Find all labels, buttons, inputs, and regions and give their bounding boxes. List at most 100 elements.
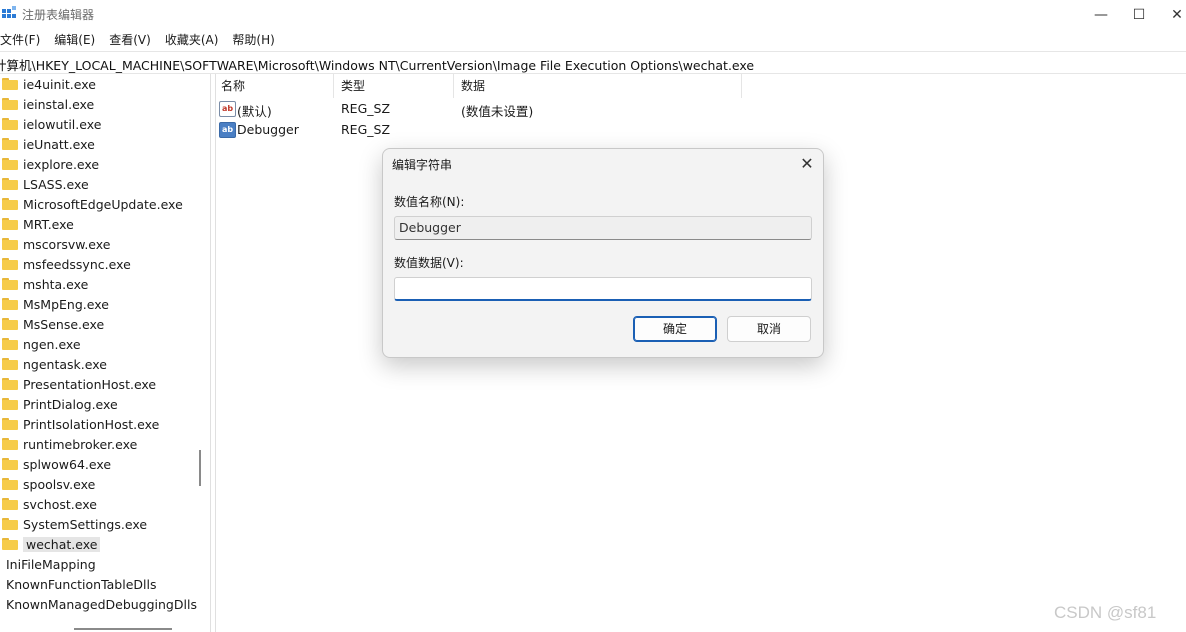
value-type: REG_SZ (341, 122, 391, 137)
tree-item[interactable]: ngentask.exe (0, 354, 107, 374)
tree-item[interactable]: KnownManagedDebuggingDlls (6, 594, 197, 614)
folder-icon (2, 98, 18, 110)
dialog-close-button[interactable]: ✕ (795, 152, 819, 176)
value-name: Debugger (237, 122, 299, 137)
tree-item-selected[interactable]: wechat.exe (0, 534, 101, 554)
folder-icon (2, 538, 18, 550)
edit-string-dialog: 编辑字符串 ✕ 数值名称(N): Debugger 数值数据(V): 确定 取消 (382, 148, 824, 358)
watermark: CSDN @sf81 (1054, 603, 1157, 622)
tree-vertical-scrollbar[interactable] (199, 450, 201, 486)
value-data-input[interactable] (394, 277, 812, 301)
tree-item-label: MsMpEng.exe (23, 296, 109, 312)
tree-item[interactable]: mshta.exe (0, 274, 88, 294)
tree-item[interactable]: MsSense.exe (0, 314, 104, 334)
tree-item-label: PrintIsolationHost.exe (23, 416, 160, 432)
column-header-name[interactable]: 名称 (215, 74, 334, 98)
address-bar[interactable]: 计算机\HKEY_LOCAL_MACHINE\SOFTWARE\Microsof… (0, 51, 1186, 74)
menu-favorites[interactable]: 收藏夹(A) (165, 30, 226, 50)
tree-item[interactable]: MicrosoftEdgeUpdate.exe (0, 194, 183, 214)
menu-edit[interactable]: 编辑(E) (54, 30, 102, 50)
tree-item-label: spoolsv.exe (23, 476, 96, 492)
title-bar: 注册表编辑器 — ☐ ✕ (0, 0, 1186, 30)
tree-item-label: MicrosoftEdgeUpdate.exe (23, 196, 183, 212)
cancel-button[interactable]: 取消 (727, 316, 811, 342)
tree-item-label: mscorsvw.exe (23, 236, 111, 252)
folder-icon (2, 118, 18, 130)
folder-icon (2, 418, 18, 430)
tree-item[interactable]: MRT.exe (0, 214, 74, 234)
tree-item[interactable]: mscorsvw.exe (0, 234, 110, 254)
tree-item-label: msfeedssync.exe (23, 256, 131, 272)
value-row[interactable]: ab Debugger REG_SZ (215, 119, 815, 141)
tree-item-label: iexplore.exe (23, 156, 100, 172)
tree-item[interactable]: SystemSettings.exe (0, 514, 147, 534)
folder-icon (2, 238, 18, 250)
registry-editor-icon (2, 6, 16, 18)
folder-icon (2, 218, 18, 230)
folder-icon (2, 398, 18, 410)
tree-item[interactable]: runtimebroker.exe (0, 434, 137, 454)
tree-item-label: MsSense.exe (23, 316, 105, 332)
tree-item-label: ieUnatt.exe (23, 136, 95, 152)
folder-icon (2, 198, 18, 210)
tree-item-label: ielowutil.exe (23, 116, 102, 132)
folder-icon (2, 138, 18, 150)
close-window-button[interactable]: ✕ (1154, 0, 1186, 30)
menu-file[interactable]: 文件(F) (0, 30, 47, 50)
window-title: 注册表编辑器 (22, 8, 95, 22)
tree-item[interactable]: svchost.exe (0, 494, 97, 514)
key-tree[interactable]: ie4uinit.exe ieinstal.exe ielowutil.exe … (0, 74, 200, 632)
tree-item-label: MRT.exe (23, 216, 74, 232)
column-header-data[interactable]: 数据 (455, 74, 742, 98)
folder-icon (2, 498, 18, 510)
string-value-icon: ab (219, 122, 236, 138)
folder-icon (2, 278, 18, 290)
tree-item[interactable]: PresentationHost.exe (0, 374, 156, 394)
tree-item[interactable]: PrintDialog.exe (0, 394, 118, 414)
string-value-icon: ab (219, 101, 236, 117)
tree-item[interactable]: IniFileMapping (6, 554, 96, 574)
tree-item-label: ieinstal.exe (23, 96, 95, 112)
tree-item-label: splwow64.exe (23, 456, 112, 472)
dialog-title: 编辑字符串 (392, 158, 453, 172)
value-name: (默认) (237, 104, 272, 119)
tree-item-label: ngen.exe (23, 336, 81, 352)
tree-item[interactable]: ngen.exe (0, 334, 81, 354)
tree-item[interactable]: KnownFunctionTableDlls (6, 574, 157, 594)
menu-help[interactable]: 帮助(H) (232, 30, 281, 50)
menu-view[interactable]: 查看(V) (109, 30, 158, 50)
tree-item-label: svchost.exe (23, 496, 97, 512)
tree-item[interactable]: PrintIsolationHost.exe (0, 414, 159, 434)
tree-item[interactable]: spoolsv.exe (0, 474, 95, 494)
folder-icon (2, 458, 18, 470)
value-name-label: 数值名称(N): (394, 195, 465, 209)
folder-icon (2, 438, 18, 450)
tree-item[interactable]: ieinstal.exe (0, 94, 94, 114)
ok-button[interactable]: 确定 (633, 316, 717, 342)
value-name-field[interactable]: Debugger (394, 216, 812, 240)
value-row[interactable]: ab (默认) REG_SZ (数值未设置) (215, 98, 815, 120)
tree-item-label: LSASS.exe (23, 176, 89, 192)
column-header-type[interactable]: 类型 (335, 74, 454, 98)
tree-item-label: SystemSettings.exe (23, 516, 148, 532)
tree-item[interactable]: ieUnatt.exe (0, 134, 95, 154)
folder-icon (2, 178, 18, 190)
tree-item[interactable]: ielowutil.exe (0, 114, 101, 134)
value-data-label: 数值数据(V): (394, 256, 464, 270)
folder-icon (2, 298, 18, 310)
folder-icon (2, 378, 18, 390)
tree-horizontal-scrollbar[interactable] (74, 628, 172, 630)
tree-item-label: wechat.exe (23, 536, 101, 552)
tree-item[interactable]: msfeedssync.exe (0, 254, 131, 274)
tree-item[interactable]: MsMpEng.exe (0, 294, 109, 314)
folder-icon (2, 358, 18, 370)
folder-icon (2, 318, 18, 330)
address-path[interactable]: 计算机\HKEY_LOCAL_MACHINE\SOFTWARE\Microsof… (0, 55, 754, 74)
value-data: (数值未设置) (461, 104, 534, 119)
tree-item[interactable]: iexplore.exe (0, 154, 99, 174)
tree-item-label: mshta.exe (23, 276, 89, 292)
folder-icon (2, 158, 18, 170)
tree-item[interactable]: LSASS.exe (0, 174, 89, 194)
tree-item[interactable]: splwow64.exe (0, 454, 111, 474)
tree-item[interactable]: ie4uinit.exe (0, 74, 96, 94)
